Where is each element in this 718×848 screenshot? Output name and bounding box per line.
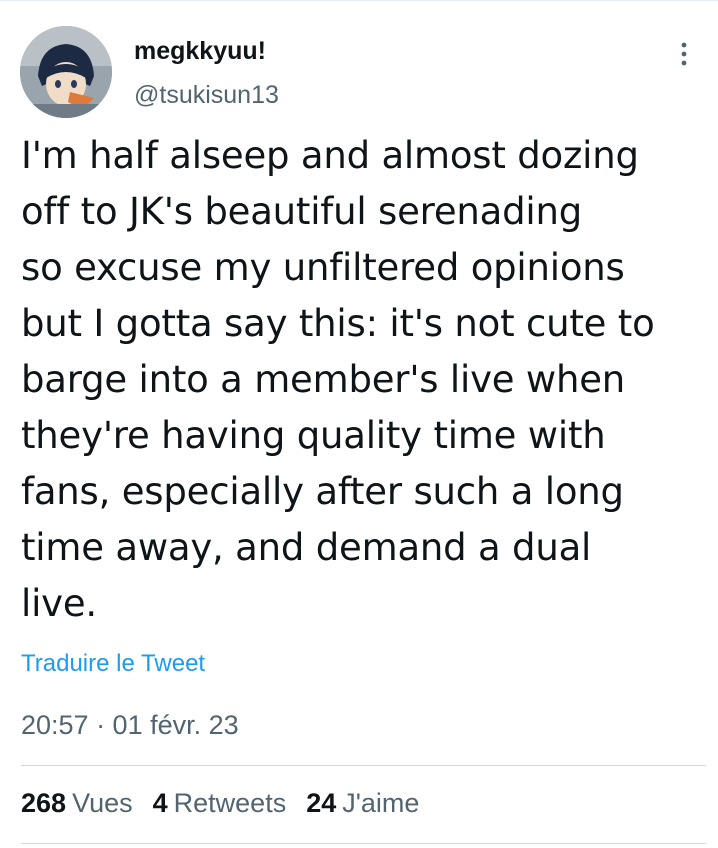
tweet-line: fans, especially after such a long (21, 470, 624, 513)
tweet-line: but I gotta say this: it's not cute to (21, 302, 655, 345)
more-vertical-icon (681, 42, 687, 66)
views-label: Vues (72, 788, 133, 818)
author-handle[interactable]: @tsukisun13 (134, 80, 279, 110)
author-name[interactable]: megkkyuu! (134, 36, 266, 66)
retweets-count: 4 (152, 788, 168, 818)
tweet-line: so excuse my unfiltered opinions (21, 246, 625, 289)
likes-count: 24 (306, 788, 337, 818)
retweets-stat[interactable]: 4 Retweets (153, 786, 287, 820)
retweets-label: Retweets (173, 788, 287, 818)
tweet-line: I'm half alseep and almost dozing (21, 134, 639, 177)
tweet-line: barge into a member's live when (21, 358, 626, 401)
stats-bottom-divider (21, 843, 706, 844)
top-divider (0, 0, 718, 1)
likes-stat[interactable]: 24 J'aime (306, 786, 419, 820)
avatar[interactable] (20, 26, 112, 118)
tweet-line: live. (21, 582, 97, 625)
tweet-line: time away, and demand a dual (21, 526, 592, 569)
more-options-button[interactable] (668, 38, 700, 70)
translate-tweet-link[interactable]: Traduire le Tweet (21, 648, 205, 680)
tweet-timestamp[interactable]: 20:57 · 01 févr. 23 (21, 708, 239, 742)
tweet-line: they're having quality time with (21, 414, 606, 457)
likes-label: J'aime (342, 788, 420, 818)
tweet-stats: 268 Vues 4 Retweets 24 J'aime (21, 786, 419, 820)
views-count: 268 (21, 788, 67, 818)
tweet-text: I'm half alseep and almost dozing off to… (21, 128, 711, 632)
stats-top-divider (21, 765, 706, 766)
views-stat[interactable]: 268 Vues (21, 786, 133, 820)
avatar-image (20, 26, 112, 118)
tweet-line: off to JK's beautiful serenading (21, 190, 583, 233)
